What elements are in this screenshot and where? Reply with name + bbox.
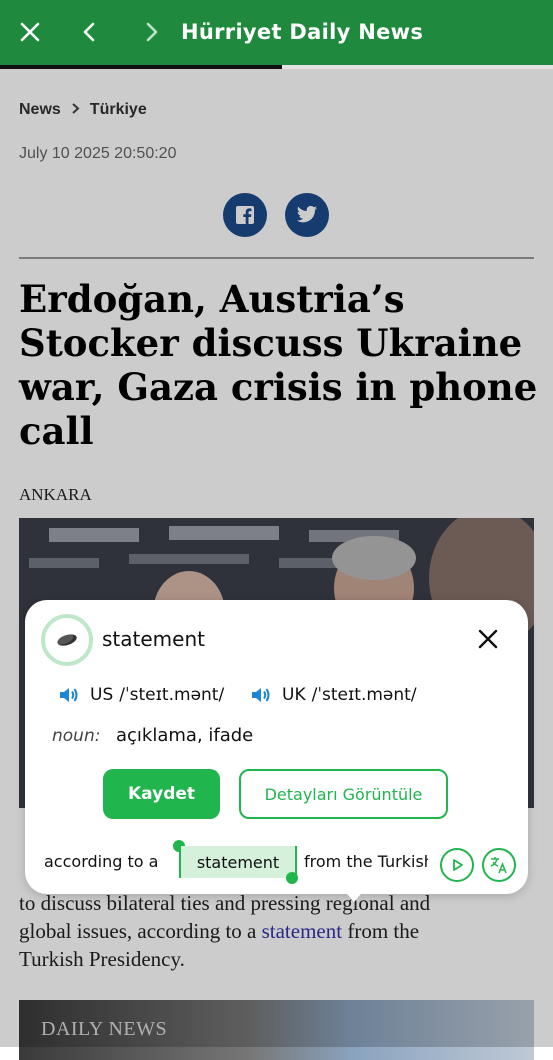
popup-word: statement bbox=[102, 627, 205, 651]
close-popup-button[interactable] bbox=[474, 625, 502, 653]
word-meaning: açıklama, ifade bbox=[116, 725, 254, 746]
close-icon[interactable] bbox=[16, 18, 44, 46]
view-details-button[interactable]: Detayları Görüntüle bbox=[239, 769, 448, 819]
speaker-icon bbox=[252, 688, 270, 702]
part-of-speech: noun: bbox=[52, 726, 101, 746]
us-ipa: /ˈsteɪt.mənt/ bbox=[119, 685, 225, 705]
app-logo-icon bbox=[41, 614, 93, 666]
header-title: Hürriyet Daily News bbox=[181, 20, 424, 44]
app-header: Hürriyet Daily News bbox=[0, 0, 553, 65]
uk-label: UK bbox=[282, 685, 306, 705]
selection-handle-end[interactable] bbox=[286, 872, 298, 884]
dictionary-popup: statement US /ˈsteɪt.mənt/ UK /ˈsteɪt.mə… bbox=[25, 600, 528, 894]
translate-icon bbox=[490, 857, 507, 874]
uk-pronunciation[interactable]: UK /ˈsteɪt.mənt/ bbox=[250, 685, 417, 705]
chevron-right-icon[interactable] bbox=[137, 18, 165, 46]
close-icon bbox=[478, 629, 498, 649]
speaker-icon bbox=[60, 688, 78, 702]
popup-backdrop[interactable] bbox=[0, 69, 553, 1047]
us-pronunciation[interactable]: US /ˈsteɪt.mənt/ bbox=[58, 685, 224, 705]
uk-ipa: /ˈsteɪt.mənt/ bbox=[311, 685, 417, 705]
us-label: US bbox=[90, 685, 114, 705]
play-icon bbox=[453, 859, 463, 871]
context-sentence: according to a statement from the Turkis… bbox=[25, 840, 528, 884]
play-button[interactable] bbox=[440, 848, 474, 882]
chevron-left-icon[interactable] bbox=[76, 18, 104, 46]
context-after: from the Turkish bbox=[304, 852, 428, 871]
context-before: according to a bbox=[44, 852, 159, 871]
translate-button[interactable] bbox=[482, 848, 516, 882]
context-highlight[interactable]: statement bbox=[179, 846, 297, 878]
popup-pointer bbox=[342, 888, 366, 902]
save-button[interactable]: Kaydet bbox=[103, 769, 220, 819]
